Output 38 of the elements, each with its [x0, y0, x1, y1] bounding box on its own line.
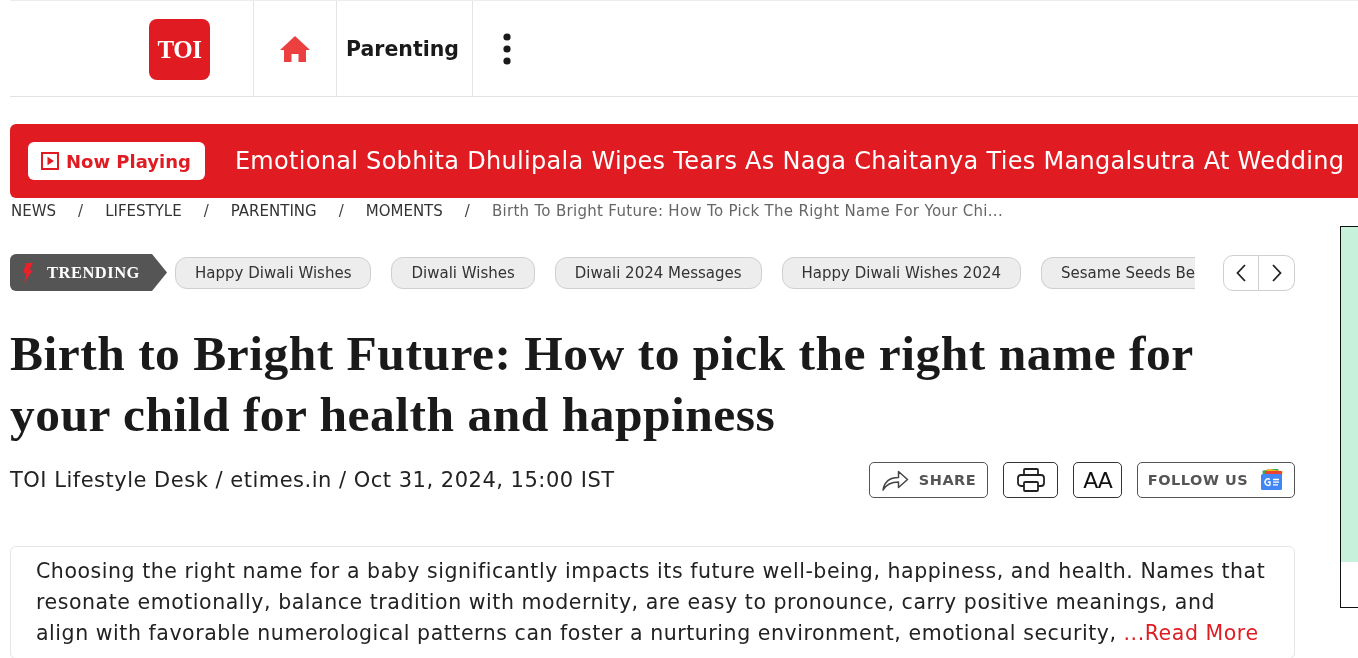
print-button[interactable]: [1003, 462, 1058, 498]
lightning-icon: [22, 262, 34, 283]
now-playing-headline[interactable]: Emotional Sobhita Dhulipala Wipes Tears As Naga Chaitanya Ties Mangalsutra At Wedding: [234, 147, 1345, 175]
more-vertical-icon[interactable]: [503, 32, 511, 65]
chevron-right-icon: [1271, 263, 1282, 282]
article-byline: TOI Lifestyle Desk / etimes.in / Oct 31, 2024, 15:00 IST: [10, 468, 615, 492]
play-icon: [41, 152, 59, 170]
breadcrumb-link[interactable]: PARENTING: [230, 202, 317, 220]
trending-label: TRENDING: [47, 262, 140, 283]
next-button[interactable]: [1259, 254, 1295, 291]
now-playing-button[interactable]: Now Playing: [28, 142, 205, 180]
font-size-button[interactable]: AA: [1073, 462, 1122, 498]
trending-tag[interactable]: Happy Diwali Wishes: [175, 256, 372, 289]
article-summary: Choosing the right name for a baby significantly impacts its future well-being, happiness, and health. Names that resonate emotionally, balance tradition with modernity, are easy to pronounce, carry positive meanings, and align with favorable numerological patterns can foster a nurturing environment, emotional security, ...Read More: [36, 558, 1267, 647]
trending-tag[interactable]: Happy Diwali Wishes 2024: [781, 256, 1021, 289]
breadcrumb-link[interactable]: NEWS: [11, 202, 57, 220]
breadcrumb-separator: /: [78, 202, 84, 220]
home-icon[interactable]: [280, 35, 310, 62]
breadcrumb-separator: /: [203, 202, 209, 220]
breadcrumb-link[interactable]: LIFESTYLE: [105, 202, 182, 220]
breadcrumb-separator: /: [464, 202, 470, 220]
article-title: Birth to Bright Future: How to pick the right name for your child for health and happiness: [10, 325, 1194, 444]
share-button[interactable]: SHARE: [869, 462, 988, 498]
trending-tag[interactable]: Diwali 2024 Messages: [554, 256, 762, 289]
breadcrumb-separator: /: [338, 202, 344, 220]
trending-tag[interactable]: Diwali Wishes: [391, 256, 535, 289]
trending-tag[interactable]: Sesame Seeds Be: [1041, 256, 1195, 289]
previous-button[interactable]: [1223, 254, 1259, 291]
chevron-left-icon: [1236, 263, 1246, 282]
breadcrumb-link[interactable]: MOMENTS: [365, 202, 443, 220]
site-logo[interactable]: TOI: [149, 19, 210, 80]
read-more-link[interactable]: ...Read More: [1123, 621, 1259, 645]
section-link[interactable]: Parenting: [346, 36, 459, 61]
printer-icon: [1016, 468, 1045, 492]
share-arrow-icon: [880, 469, 909, 491]
breadcrumb-current: Birth To Bright Future: How To Pick The Right Name For Your Chi...: [491, 202, 1003, 220]
news-icon: [1260, 469, 1285, 491]
follow-button[interactable]: FOLLOW US: [1137, 462, 1295, 498]
